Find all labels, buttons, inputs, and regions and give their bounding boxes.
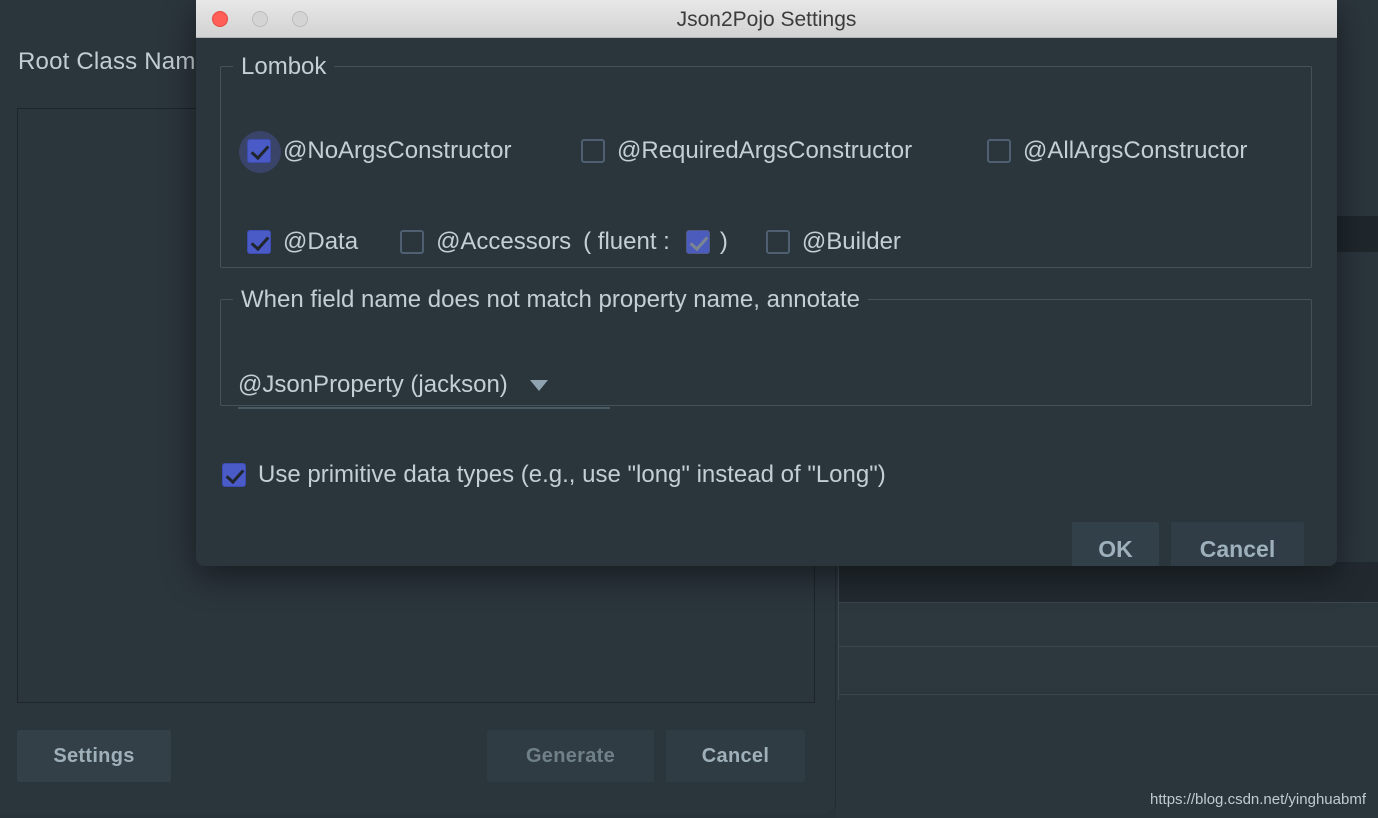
checkbox-box-use-primitive-types: [222, 463, 246, 487]
checkbox-box-fluent: [685, 230, 710, 254]
ide-panel-dark-row: [838, 562, 1378, 602]
screen: Root Class Nam Settings Generate Cancel …: [0, 0, 1378, 818]
checkbox-data[interactable]: @Data: [247, 228, 358, 256]
checkbox-box-noargsconstructor: [239, 131, 281, 173]
checkbox-box-data: [247, 230, 271, 254]
dialog-titlebar[interactable]: Json2Pojo Settings: [196, 0, 1337, 38]
annotation-group-legend: When field name does not match property …: [233, 286, 869, 314]
ide-panel-row-fill-1: [838, 602, 1378, 646]
lombok-requiredargs-row: @RequiredArgsConstructor: [581, 137, 912, 165]
checkbox-use-primitive-types[interactable]: Use primitive data types (e.g., use "lon…: [222, 461, 886, 489]
lombok-group-legend: Lombok: [233, 53, 335, 81]
lombok-options-row: @Data @Accessors ( fluent : ) @Builder: [247, 228, 901, 256]
lombok-group: Lombok @NoArgsConstructor @RequiredArgsC…: [220, 53, 1312, 268]
checkbox-allargsconstructor[interactable]: @AllArgsConstructor: [987, 137, 1247, 165]
checkbox-label-builder: @Builder: [801, 228, 901, 255]
primitive-types-row: Use primitive data types (e.g., use "lon…: [222, 461, 886, 489]
checkbox-accessors[interactable]: @Accessors: [400, 228, 571, 256]
checkbox-label-requiredargsconstructor: @RequiredArgsConstructor: [617, 137, 913, 164]
generate-button[interactable]: Generate: [487, 730, 654, 782]
lombok-constructor-row: @NoArgsConstructor: [239, 131, 512, 173]
ok-button[interactable]: OK: [1072, 522, 1159, 566]
checkbox-requiredargsconstructor[interactable]: @RequiredArgsConstructor: [581, 137, 912, 165]
chevron-down-icon: [529, 379, 548, 391]
settings-button[interactable]: Settings: [17, 730, 171, 782]
root-class-name-label: Root Class Nam: [18, 48, 196, 75]
checkbox-fluent[interactable]: [685, 230, 710, 254]
checkbox-label-noargsconstructor: @NoArgsConstructor: [283, 137, 512, 164]
fluent-open-paren-label: ( fluent :: [583, 228, 670, 255]
background-cancel-button[interactable]: Cancel: [666, 730, 805, 782]
checkbox-box-accessors: [400, 230, 425, 254]
checkbox-box-builder: [765, 230, 790, 254]
checkbox-builder[interactable]: @Builder: [765, 228, 901, 256]
checkbox-box-requiredargsconstructor: [581, 139, 605, 163]
ide-panel-divider-2: [838, 646, 1378, 647]
watermark-text: https://blog.csdn.net/yinghuabmf: [1150, 791, 1366, 808]
ide-panel-left-border: [838, 560, 839, 700]
annotation-select-value: @JsonProperty (jackson): [238, 371, 508, 398]
checkbox-label-accessors: @Accessors: [436, 228, 572, 255]
ide-panel-divider-3: [838, 694, 1378, 695]
checkbox-noargsconstructor[interactable]: @NoArgsConstructor: [239, 131, 512, 173]
checkbox-box-allargsconstructor: [987, 139, 1011, 163]
dialog-body: Lombok @NoArgsConstructor @RequiredArgsC…: [196, 38, 1337, 566]
dialog-cancel-button[interactable]: Cancel: [1171, 522, 1304, 566]
focus-ring: [239, 131, 281, 173]
checkbox-label-use-primitive-types: Use primitive data types (e.g., use "lon…: [258, 461, 886, 488]
json2pojo-settings-dialog: Json2Pojo Settings Lombok @NoArgsConstru…: [196, 0, 1337, 566]
ide-panel-row-fill-2: [838, 646, 1378, 692]
fluent-close-paren-label: ): [719, 228, 728, 255]
lombok-allargs-row: @AllArgsConstructor: [987, 137, 1247, 165]
dialog-title: Json2Pojo Settings: [676, 8, 857, 31]
checkbox-label-allargsconstructor: @AllArgsConstructor: [1023, 137, 1248, 164]
annotation-select[interactable]: @JsonProperty (jackson): [238, 363, 610, 409]
ide-panel-divider-1: [838, 602, 1378, 603]
checkbox-label-data: @Data: [283, 228, 359, 255]
